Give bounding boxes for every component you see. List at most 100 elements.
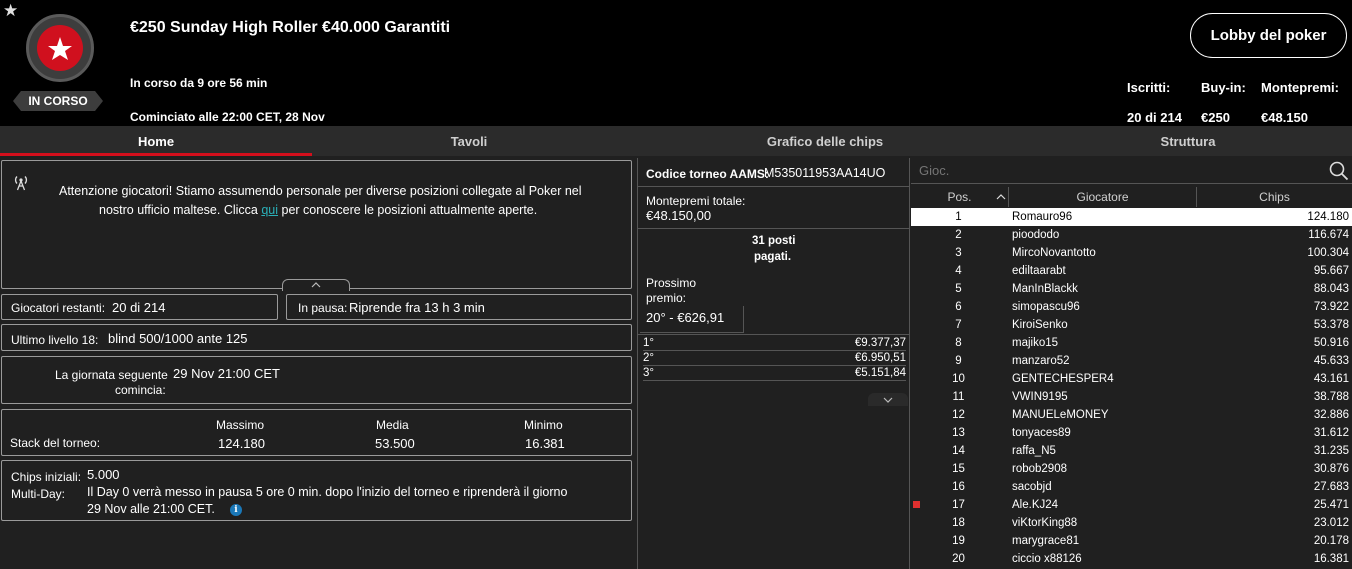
player-chips: 38.788 (1313, 391, 1349, 403)
player-name: KiroiSenko (1012, 319, 1068, 331)
player-name: sacobjd (1012, 481, 1052, 493)
table-row[interactable]: 17 Ale.KJ24 25.471 (911, 496, 1352, 514)
table-row[interactable]: 20 ciccio x88126 16.381 (911, 550, 1352, 568)
table-row[interactable]: 19 marygrace81 20.178 (911, 532, 1352, 550)
tab-tables[interactable]: Tavoli (312, 126, 626, 156)
table-row[interactable]: 8 majiko15 50.916 (911, 334, 1352, 352)
collapse-announcement-toggle[interactable] (282, 279, 350, 291)
player-name: MANUELeMONEY (1012, 409, 1109, 421)
paid-places-line1: 31 posti (752, 235, 796, 247)
prize-row: 1° €9.377,37 (643, 336, 906, 351)
announcement-text: nostro ufficio maltese. Clicca (99, 203, 262, 217)
player-position: 1 (955, 211, 962, 223)
tab-bar: Home Tavoli Grafico delle chips Struttur… (0, 126, 1352, 156)
next-prize-value: 20° - €626,91 (646, 310, 725, 325)
column-header-pos[interactable]: Pos. (911, 187, 1008, 207)
prizepool-value: €48.150 (1261, 110, 1308, 125)
player-chips: 53.378 (1313, 319, 1349, 331)
table-row[interactable]: 15 robob2908 30.876 (911, 460, 1352, 478)
multiday-label: Multi-Day: (11, 487, 66, 501)
player-name: viKtorKing88 (1012, 517, 1078, 529)
buyin-value: €250 (1201, 110, 1230, 125)
player-position: 6 (955, 301, 962, 313)
player-chips: 95.667 (1313, 265, 1349, 277)
prize-row: 2° €6.950,51 (643, 351, 906, 366)
running-time: In corso da 9 ore 56 min (130, 76, 268, 90)
divider (638, 186, 909, 187)
player-name: marygrace81 (1012, 535, 1080, 547)
expand-prizes-toggle[interactable] (868, 393, 908, 406)
announcement-line2: nostro ufficio maltese. Clicca qui per c… (99, 203, 537, 217)
prize-place: 3° (643, 367, 654, 379)
table-row[interactable]: 3 MircoNovantotto 100.304 (911, 244, 1352, 262)
player-position: 15 (952, 463, 965, 475)
column-header-pos-label: Pos. (947, 190, 972, 204)
player-name: manzaro52 (1012, 355, 1070, 367)
table-row[interactable]: 5 ManInBlackk 88.043 (911, 280, 1352, 298)
chevron-up-icon (311, 282, 321, 288)
player-position: 9 (955, 355, 962, 367)
player-chips: 23.012 (1313, 517, 1349, 529)
player-position: 16 (952, 481, 965, 493)
info-icon[interactable]: i (230, 504, 242, 516)
tab-chip-graph[interactable]: Grafico delle chips (626, 126, 1024, 156)
player-chips: 50.916 (1313, 337, 1349, 349)
tournament-header: ★ IN CORSO €250 Sunday High Roller €40.0… (0, 0, 1352, 126)
player-chips: 100.304 (1307, 247, 1349, 259)
registered-value: 20 di 214 (1127, 110, 1182, 125)
stack-min-value: 16.381 (525, 436, 565, 451)
stack-min-label: Minimo (524, 418, 563, 432)
player-position: 8 (955, 337, 962, 349)
player-position: 4 (955, 265, 962, 277)
column-header-chips[interactable]: Chips (1196, 187, 1352, 207)
players-panel: Pos. Giocatore Chips 1 Romauro96 124.180 2 p… (911, 158, 1352, 569)
table-row[interactable]: 10 GENTECHESPER4 43.161 (911, 370, 1352, 388)
announcement-line1: Attenzione giocatori! Stiamo assumendo p… (59, 184, 582, 198)
next-day-label: La giornata seguente (55, 368, 168, 382)
hiring-link[interactable]: qui (261, 203, 278, 217)
table-row[interactable]: 12 MANUELeMONEY 32.886 (911, 406, 1352, 424)
tab-structure[interactable]: Struttura (1024, 126, 1352, 156)
table-row[interactable]: 1 Romauro96 124.180 (911, 208, 1352, 226)
table-row[interactable]: 7 KiroiSenko 53.378 (911, 316, 1352, 334)
favorite-star-icon[interactable]: ★ (3, 2, 18, 19)
announcement-text-end: per conoscere le posizioni attualmente a… (278, 203, 538, 217)
table-row[interactable]: 18 viKtorKing88 23.012 (911, 514, 1352, 532)
player-position: 12 (952, 409, 965, 421)
table-row[interactable]: 9 manzaro52 45.633 (911, 352, 1352, 370)
status-badge: IN CORSO (13, 91, 103, 111)
player-position: 5 (955, 283, 962, 295)
tournament-title: €250 Sunday High Roller €40.000 Garantit… (130, 19, 451, 36)
tab-home[interactable]: Home (0, 126, 312, 156)
divider (638, 334, 909, 335)
table-row[interactable]: 2 pioododo 116.674 (911, 226, 1352, 244)
prize-place: 2° (643, 352, 654, 364)
table-row[interactable]: 6 simopascu96 73.922 (911, 298, 1352, 316)
level-label: Ultimo livello 18: (11, 333, 99, 347)
next-prize-cell: 20° - €626,91 (640, 306, 744, 333)
aams-label: Codice torneo AAMS: (646, 167, 769, 181)
player-chips: 30.876 (1313, 463, 1349, 475)
player-name: GENTECHESPER4 (1012, 373, 1114, 385)
player-chips: 43.161 (1313, 373, 1349, 385)
table-row[interactable]: 13 tonyaces89 31.612 (911, 424, 1352, 442)
table-row[interactable]: 16 sacobjd 27.683 (911, 478, 1352, 496)
poker-lobby-button[interactable]: Lobby del poker (1190, 13, 1347, 58)
remaining-players-label: Giocatori restanti: (11, 301, 106, 315)
player-name: ediltaarabt (1012, 265, 1066, 277)
player-search-input[interactable] (911, 158, 1352, 184)
table-row[interactable]: 14 raffa_N5 31.235 (911, 442, 1352, 460)
player-position: 19 (952, 535, 965, 547)
aams-code: M535011953AA14UO (764, 166, 886, 180)
level-value: blind 500/1000 ante 125 (108, 331, 248, 346)
search-icon[interactable] (1329, 161, 1349, 181)
table-row[interactable]: 4 ediltaarabt 95.667 (911, 262, 1352, 280)
table-row[interactable]: 11 VWIN9195 38.788 (911, 388, 1352, 406)
column-header-player[interactable]: Giocatore (1008, 187, 1196, 207)
player-chips: 31.235 (1313, 445, 1349, 457)
pokerstars-logo (26, 14, 94, 82)
player-position: 20 (952, 553, 965, 565)
start-time: Cominciato alle 22:00 CET, 28 Nov (130, 110, 325, 124)
player-chips: 116.674 (1308, 229, 1349, 241)
player-position: 14 (952, 445, 965, 457)
